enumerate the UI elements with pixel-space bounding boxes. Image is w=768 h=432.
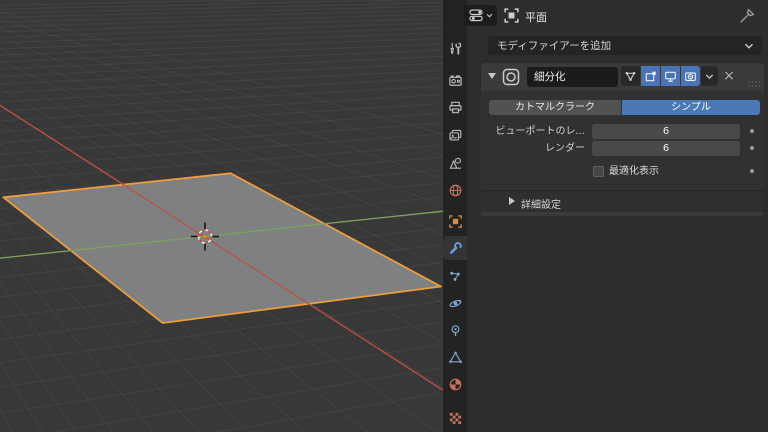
levels-viewport-label: ビューポートのレ... — [495, 126, 585, 137]
levels-render-label: レンダー — [545, 143, 585, 154]
close-icon[interactable]: × — [721, 68, 737, 84]
animate-dot[interactable] — [750, 169, 754, 173]
wrench-icon — [449, 241, 462, 254]
object-icon — [504, 8, 519, 23]
tab-modifiers[interactable] — [443, 236, 468, 260]
levels-viewport-field[interactable]: 6 — [592, 124, 740, 139]
drag-handle-icon[interactable] — [747, 73, 762, 92]
modifier-display-toggles — [621, 66, 700, 86]
pin-icon — [740, 8, 755, 23]
animate-dot[interactable] — [750, 129, 754, 133]
blender-window: 平面 モディファイアーを追加 細分化 × カトマルクラーク シンプル ビューポー… — [0, 0, 768, 432]
chevron-down-icon — [705, 73, 714, 79]
tab-material[interactable] — [443, 372, 467, 396]
tab-tool[interactable] — [443, 36, 467, 60]
modifier-panel-bottom-edge — [481, 212, 764, 216]
disclosure-triangle-right — [509, 197, 515, 205]
constraint-icon — [451, 324, 459, 336]
scene-icon — [449, 157, 461, 169]
display-on-cage-icon — [625, 71, 636, 81]
display-edit-mode-toggle[interactable] — [641, 66, 660, 86]
tab-output[interactable] — [443, 95, 467, 119]
optimal-display-checkbox[interactable] — [593, 166, 604, 177]
advanced-subpanel-label: 詳細設定 — [521, 200, 561, 211]
material-sphere-icon — [449, 378, 461, 390]
3d-viewport[interactable] — [0, 0, 443, 432]
tool-icon — [450, 41, 461, 55]
add-modifier-label: モディファイアーを追加 — [497, 40, 612, 52]
tab-world[interactable] — [443, 178, 467, 202]
tab-object[interactable] — [443, 209, 467, 233]
chevron-down-icon — [486, 13, 492, 18]
display-render-icon — [685, 71, 696, 81]
display-render-toggle[interactable] — [681, 66, 700, 86]
display-realtime-toggle[interactable] — [661, 66, 680, 86]
tab-render[interactable] — [443, 68, 467, 92]
object-icon — [448, 214, 462, 228]
display-on-cage-toggle[interactable] — [621, 66, 640, 86]
subsurf-modifier-icon — [502, 68, 520, 90]
tab-constraints[interactable] — [443, 318, 467, 342]
breadcrumb — [503, 7, 520, 24]
physics-icon — [449, 299, 461, 307]
breadcrumb-object-name: 平面 — [525, 11, 547, 24]
levels-render-field[interactable]: 6 — [592, 141, 740, 156]
display-realtime-icon — [665, 71, 676, 82]
disclosure-triangle-down[interactable] — [488, 73, 496, 79]
add-modifier-button[interactable]: モディファイアーを追加 — [488, 36, 762, 55]
mesh-data-icon — [448, 351, 462, 363]
tab-particles[interactable] — [443, 264, 467, 288]
animate-dot[interactable] — [750, 146, 754, 150]
display-edit-mode-icon — [645, 71, 656, 81]
editor-type-button[interactable] — [464, 5, 497, 26]
catmull-clark-button[interactable]: カトマルクラーク — [489, 100, 621, 115]
chevron-down-icon — [744, 43, 754, 49]
tab-texture[interactable] — [443, 406, 467, 430]
output-printer-icon — [448, 101, 462, 113]
simple-button[interactable]: シンプル — [622, 100, 760, 115]
optimal-display-label: 最適化表示 — [609, 166, 659, 177]
pin-toggle[interactable] — [737, 6, 757, 30]
modifier-name-field[interactable]: 細分化 — [527, 67, 618, 87]
tab-physics[interactable] — [443, 291, 467, 315]
render-icon — [448, 74, 462, 86]
particles-icon — [449, 271, 460, 281]
properties-editor-icon — [468, 9, 483, 22]
texture-checker-icon — [449, 412, 461, 424]
world-globe-icon — [449, 184, 461, 196]
modifier-extras-button[interactable] — [701, 66, 718, 86]
tab-object-data[interactable] — [443, 345, 467, 369]
